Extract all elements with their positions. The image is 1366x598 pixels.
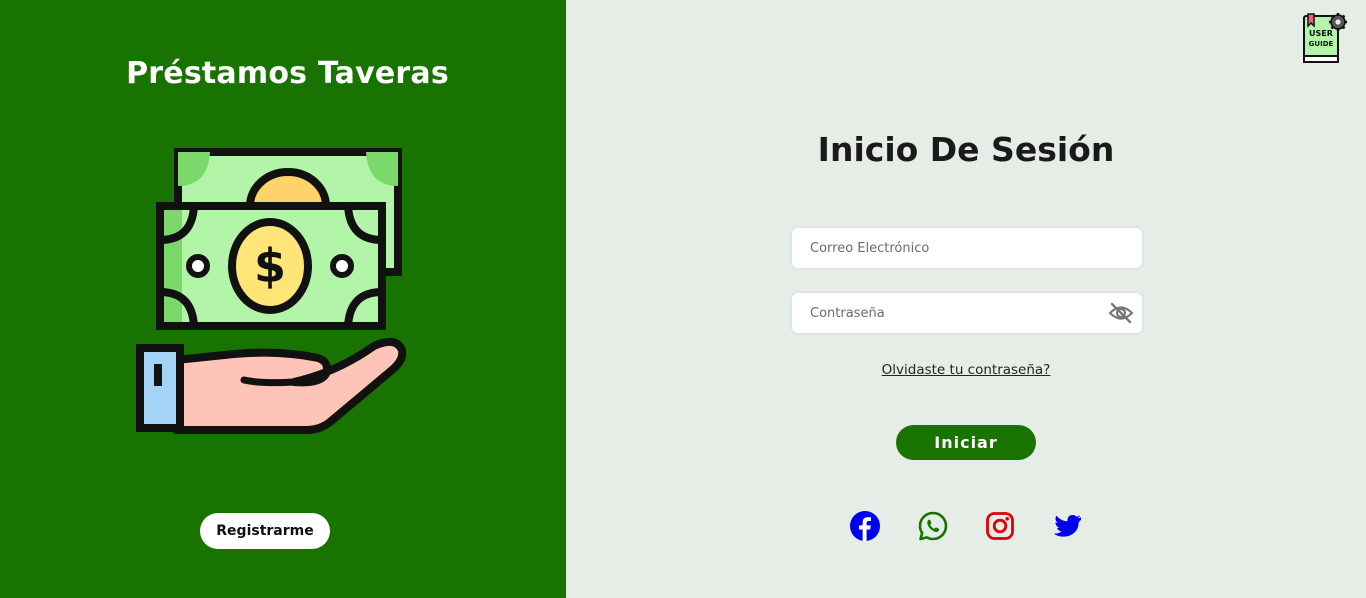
- guide-text-guide: GUIDE: [1309, 40, 1334, 48]
- eye-slash-icon[interactable]: [1108, 301, 1134, 325]
- gear-icon: [1329, 13, 1347, 31]
- password-field[interactable]: [792, 293, 1142, 333]
- twitter-icon[interactable]: [1051, 510, 1083, 542]
- user-guide-icon[interactable]: USER GUIDE: [1300, 12, 1350, 64]
- whatsapp-icon[interactable]: [917, 510, 949, 542]
- email-field-wrapper: [792, 228, 1142, 268]
- login-button[interactable]: Iniciar: [896, 425, 1036, 460]
- forgot-password-link[interactable]: Olvidaste tu contraseña?: [882, 362, 1051, 378]
- money-on-hand-icon: $: [136, 148, 406, 434]
- register-button[interactable]: Registrarme: [200, 513, 330, 549]
- password-field-wrapper: [792, 293, 1142, 333]
- login-title: Inicio De Sesión: [817, 130, 1115, 169]
- svg-text:$: $: [254, 239, 286, 293]
- forgot-password-link-row: Olvidaste tu contraseña?: [566, 362, 1366, 378]
- facebook-icon[interactable]: [849, 510, 881, 542]
- email-field[interactable]: [792, 228, 1142, 268]
- instagram-icon[interactable]: [984, 510, 1016, 542]
- brand-title: Préstamos Taveras: [126, 56, 449, 91]
- guide-text-user: USER: [1309, 29, 1333, 38]
